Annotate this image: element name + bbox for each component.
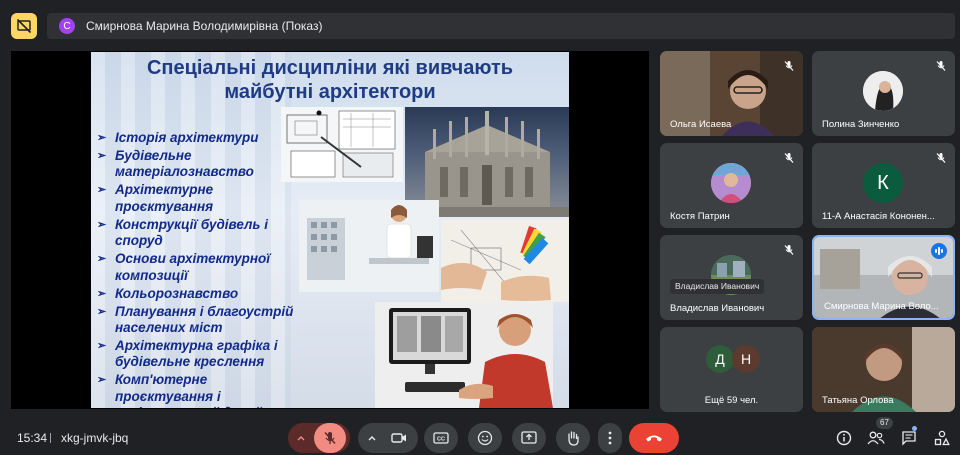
participant-name: Смирнова Марина Воло... bbox=[824, 301, 939, 312]
participant-count-badge: 67 bbox=[876, 417, 893, 429]
raise-hand-icon bbox=[568, 431, 579, 446]
more-options-button[interactable] bbox=[598, 423, 622, 453]
slide-bullet-list: Історія архітектури Будівельне матеріало… bbox=[97, 130, 307, 408]
participant-tile[interactable]: Полина Зинченко bbox=[812, 51, 955, 136]
divider bbox=[50, 433, 51, 443]
participant-tile[interactable]: К 11-А Анастасія Кононен... bbox=[812, 143, 955, 228]
computer-designer-image bbox=[375, 302, 553, 408]
camera-button[interactable] bbox=[383, 432, 415, 444]
mic-off-icon bbox=[324, 431, 336, 445]
emoji-icon bbox=[477, 430, 493, 446]
slide-bullet: Кольорознавство bbox=[97, 286, 307, 303]
chevron-up-icon[interactable] bbox=[361, 433, 383, 443]
participant-avatar bbox=[863, 71, 903, 111]
more-participants-tile[interactable]: Д Н Ещё 59 чел. bbox=[660, 327, 803, 412]
presentation-slide: Спеціальні дисципліни які вивчають майбу… bbox=[91, 52, 569, 408]
people-icon bbox=[867, 431, 885, 445]
activities-icon bbox=[934, 430, 950, 446]
reactions-button[interactable] bbox=[468, 423, 502, 453]
participant-avatar: Д bbox=[706, 345, 734, 373]
participant-tile[interactable]: Костя Патрин bbox=[660, 143, 803, 228]
participant-name: Ольга Исаева bbox=[670, 119, 732, 130]
meeting-info-button[interactable] bbox=[834, 428, 854, 448]
mic-off-icon bbox=[783, 151, 795, 163]
participant-tile-active[interactable]: Смирнова Марина Воло... bbox=[812, 235, 955, 320]
participant-avatar: К bbox=[863, 163, 903, 203]
slide-bullet: Основи архітектурної композиції bbox=[97, 251, 307, 284]
mic-off-icon bbox=[783, 59, 795, 71]
presentation-stage[interactable]: Спеціальні дисципліни які вивчають майбу… bbox=[11, 51, 649, 409]
participant-name: Татьяна Орлова bbox=[822, 395, 894, 406]
audio-active-icon bbox=[931, 243, 947, 259]
present-icon bbox=[521, 431, 537, 444]
participant-tile[interactable]: Ольга Исаева bbox=[660, 51, 803, 136]
activities-button[interactable] bbox=[932, 428, 952, 448]
participant-tooltip: Владислав Иванович bbox=[670, 279, 765, 294]
bottom-bar: 15:34 xkg-jmvk-jbq CC 67 bbox=[0, 417, 960, 455]
slide-title: Спеціальні дисципліни які вивчають майбу… bbox=[91, 56, 569, 104]
slide-bullet: Планування і благоустрій населених міст bbox=[97, 304, 307, 337]
mic-off-icon bbox=[935, 151, 947, 163]
slide-bullet: Комп'ютерне проєктування і архітектурний… bbox=[97, 372, 307, 408]
participant-tile[interactable]: Владислав Иванович Владислав Иванович bbox=[660, 235, 803, 320]
presenter-banner: С Смирнова Марина Володимирівна (Показ) bbox=[47, 13, 955, 39]
presenter-label: Смирнова Марина Володимирівна (Показ) bbox=[86, 19, 323, 33]
raise-hand-button[interactable] bbox=[556, 423, 590, 453]
drafting-hands-image bbox=[441, 220, 569, 302]
more-icon bbox=[608, 431, 612, 445]
captions-icon: CC bbox=[433, 432, 449, 444]
slide-bullet: Архітектурна графіка і будівельне кресле… bbox=[97, 338, 307, 371]
mic-off-icon bbox=[783, 243, 795, 255]
current-time: 15:34 bbox=[17, 431, 48, 445]
meeting-code: xkg-jmvk-jbq bbox=[61, 431, 129, 445]
participant-avatar bbox=[711, 163, 751, 203]
top-bar: С Смирнова Марина Володимирівна (Показ) bbox=[0, 0, 960, 48]
presenter-avatar: С bbox=[59, 18, 75, 34]
camera-icon bbox=[391, 433, 406, 443]
svg-text:CC: CC bbox=[437, 437, 445, 443]
participant-avatar: Н bbox=[732, 345, 760, 373]
participant-name: Костя Патрин bbox=[670, 211, 730, 222]
chevron-up-icon[interactable] bbox=[292, 433, 310, 443]
participant-name: Владислав Иванович bbox=[670, 303, 765, 314]
end-call-icon bbox=[646, 435, 662, 442]
more-participants-label: Ещё 59 чел. bbox=[704, 395, 759, 406]
slide-bullet: Історія архітектури bbox=[97, 130, 307, 147]
slide-bullet: Архітектурне проєктування bbox=[97, 182, 307, 215]
slide-title-line-1: Спеціальні дисципліни які вивчають bbox=[146, 57, 514, 79]
mic-off-button[interactable] bbox=[314, 423, 346, 453]
mic-toggle-group bbox=[288, 423, 350, 453]
slide-bullet: Будівельне матеріалознавство bbox=[97, 148, 307, 181]
chat-notification-dot bbox=[912, 426, 917, 431]
slide-title-line-2: майбутні архітектори bbox=[224, 81, 436, 103]
camera-toggle-group bbox=[358, 423, 418, 453]
participant-tile[interactable]: Татьяна Орлова bbox=[812, 327, 955, 412]
info-icon bbox=[836, 430, 852, 446]
present-now-button[interactable] bbox=[512, 423, 546, 453]
participant-name: 11-А Анастасія Кононен... bbox=[822, 211, 935, 222]
present-off-icon[interactable] bbox=[11, 13, 37, 39]
captions-button[interactable]: CC bbox=[424, 423, 458, 453]
mic-off-icon bbox=[935, 59, 947, 71]
end-call-button[interactable] bbox=[629, 423, 679, 453]
architect-office-image bbox=[299, 200, 439, 292]
chat-icon bbox=[902, 431, 916, 446]
participant-name: Полина Зинченко bbox=[822, 119, 900, 130]
chat-button[interactable] bbox=[899, 428, 919, 448]
people-button[interactable] bbox=[866, 428, 886, 448]
slide-bullet: Конструкції будівель і споруд bbox=[97, 217, 307, 250]
